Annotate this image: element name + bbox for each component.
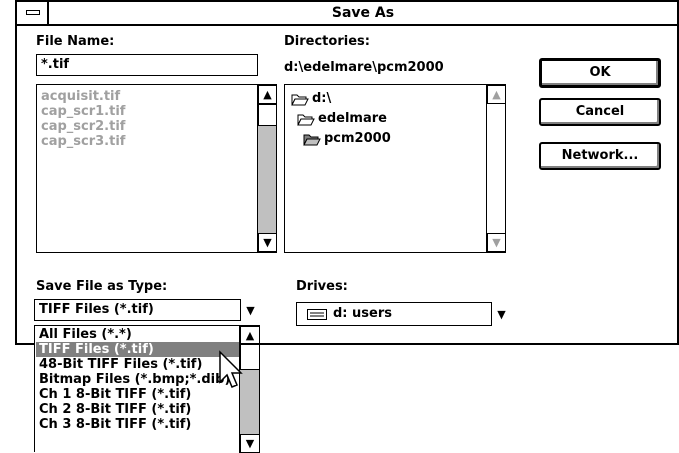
current-directory-path: d:\edelmare\pcm2000 [284, 60, 444, 75]
scroll-thumb[interactable] [258, 104, 277, 126]
file-list-item[interactable]: cap_scr1.tif [41, 104, 125, 119]
file-list[interactable]: acquisit.tif cap_scr1.tif cap_scr2.tif c… [36, 84, 277, 253]
open-folder-icon [291, 94, 309, 105]
directory-scrollbar[interactable]: ▲ ▼ [486, 85, 506, 252]
save-type-option[interactable]: Ch 3 8-Bit TIFF (*.tif) [36, 417, 239, 432]
open-folder-selected-icon [303, 134, 321, 145]
save-type-option[interactable]: Ch 2 8-Bit TIFF (*.tif) [36, 402, 239, 417]
save-type-option[interactable]: All Files (*.*) [36, 327, 239, 342]
network-button[interactable]: Network... [539, 142, 661, 170]
file-name-input[interactable]: *.tif [36, 54, 258, 76]
mouse-pointer-icon [219, 350, 243, 388]
scroll-up-arrow-icon[interactable]: ▲ [258, 85, 277, 104]
save-type-option[interactable]: Bitmap Files (*.bmp;*.dib) [36, 372, 239, 387]
system-menu-button[interactable] [17, 2, 49, 24]
directory-item-root[interactable]: d:\ [291, 89, 391, 109]
save-type-label: Save File as Type: [36, 279, 168, 294]
scroll-up-arrow-icon[interactable]: ▲ [487, 85, 506, 104]
title-bar[interactable]: Save As [17, 2, 677, 26]
file-list-item[interactable]: acquisit.tif [41, 89, 125, 104]
save-type-option-selected[interactable]: TIFF Files (*.tif) [36, 342, 239, 357]
file-name-label: File Name: [36, 34, 115, 49]
scroll-down-arrow-icon[interactable]: ▼ [487, 233, 506, 252]
scroll-down-arrow-icon[interactable]: ▼ [240, 434, 260, 453]
drives-dropdown-arrow-icon[interactable]: ▼ [491, 302, 511, 326]
scroll-down-arrow-icon[interactable]: ▼ [258, 233, 277, 252]
ok-button[interactable]: OK [539, 58, 661, 88]
file-list-item[interactable]: cap_scr2.tif [41, 119, 125, 134]
directories-label: Directories: [284, 34, 370, 49]
directory-tree[interactable]: d:\ edelmare pcm2000 ▲ ▼ [284, 84, 506, 253]
window-title: Save As [331, 5, 395, 21]
drives-label: Drives: [296, 279, 348, 294]
save-type-selected-value: TIFF Files (*.tif) [39, 302, 154, 317]
drives-dropdown[interactable]: d: users ▼ [296, 302, 511, 326]
open-folder-icon [297, 114, 315, 125]
file-list-item[interactable]: cap_scr3.tif [41, 134, 125, 149]
save-type-option[interactable]: Ch 1 8-Bit TIFF (*.tif) [36, 387, 239, 402]
file-list-scrollbar[interactable]: ▲ ▼ [257, 85, 277, 252]
save-type-dropdown-arrow-icon[interactable]: ▼ [240, 299, 260, 321]
directory-item-pcm2000[interactable]: pcm2000 [303, 129, 391, 149]
directory-item-edelmare[interactable]: edelmare [297, 109, 391, 129]
scroll-up-arrow-icon[interactable]: ▲ [240, 326, 260, 344]
save-type-option[interactable]: 48-Bit TIFF Files (*.tif) [36, 357, 239, 372]
system-menu-icon [26, 10, 40, 15]
drives-selected-value: d: users [333, 306, 392, 321]
save-as-dialog: Save As File Name: *.tif acquisit.tif ca… [15, 0, 679, 345]
drive-icon [307, 309, 327, 320]
save-type-dropdown[interactable]: TIFF Files (*.tif) ▼ [34, 299, 260, 321]
cancel-button[interactable]: Cancel [539, 98, 661, 126]
